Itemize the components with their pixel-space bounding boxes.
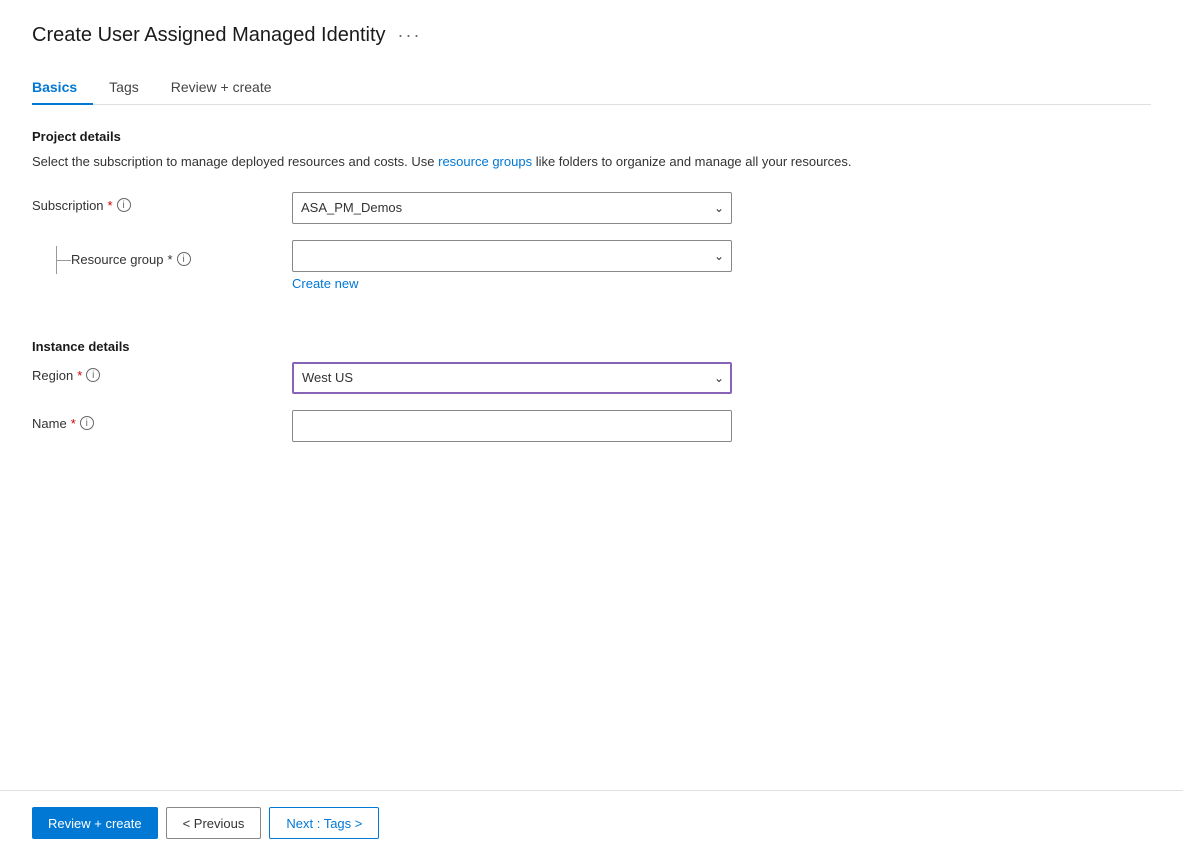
subscription-required: *: [108, 198, 113, 213]
tab-tags[interactable]: Tags: [109, 71, 155, 105]
rg-required: *: [168, 252, 173, 267]
subscription-info-icon[interactable]: i: [117, 198, 131, 212]
subscription-row: Subscription * i ASA_PM_Demos ⌄: [32, 192, 1151, 224]
instance-details-title: Instance details: [32, 339, 1151, 354]
region-row: Region * i West US East US East US 2 Wes…: [32, 362, 1151, 394]
previous-button[interactable]: < Previous: [166, 807, 262, 839]
region-required: *: [77, 368, 82, 383]
resource-groups-link[interactable]: resource groups: [438, 154, 532, 169]
name-required: *: [71, 416, 76, 431]
region-label: Region * i: [32, 362, 292, 383]
rg-info-icon[interactable]: i: [177, 252, 191, 266]
resource-group-control: ⌄ Create new: [292, 240, 732, 291]
rg-select-wrapper: ⌄: [292, 240, 732, 272]
name-control: [292, 410, 732, 442]
subscription-select[interactable]: ASA_PM_Demos: [292, 192, 732, 224]
region-select-wrapper: West US East US East US 2 West Europe No…: [292, 362, 732, 394]
region-select[interactable]: West US East US East US 2 West Europe No…: [292, 362, 732, 394]
review-create-button[interactable]: Review + create: [32, 807, 158, 839]
more-options-icon[interactable]: ···: [398, 25, 422, 46]
bottom-bar: Review + create < Previous Next : Tags >: [0, 790, 1183, 855]
next-tags-button[interactable]: Next : Tags >: [269, 807, 379, 839]
resource-group-select[interactable]: [292, 240, 732, 272]
name-row: Name * i: [32, 410, 1151, 442]
tab-basics[interactable]: Basics: [32, 71, 93, 105]
name-input[interactable]: [292, 410, 732, 442]
page-title: Create User Assigned Managed Identity: [32, 24, 386, 47]
project-details-desc: Select the subscription to manage deploy…: [32, 152, 1151, 172]
project-details-section: Project details Select the subscription …: [32, 129, 1151, 307]
page-header: Create User Assigned Managed Identity ··…: [32, 24, 1151, 47]
subscription-control: ASA_PM_Demos ⌄: [292, 192, 732, 224]
tab-bar: Basics Tags Review + create: [32, 71, 1151, 105]
subscription-select-wrapper: ASA_PM_Demos ⌄: [292, 192, 732, 224]
rg-indent: Resource group * i: [32, 240, 292, 274]
subscription-label: Subscription * i: [32, 192, 292, 213]
region-info-icon[interactable]: i: [86, 368, 100, 382]
project-details-title: Project details: [32, 129, 1151, 144]
resource-group-row: Resource group * i ⌄ Create new: [32, 240, 1151, 291]
tab-review-create[interactable]: Review + create: [171, 71, 288, 105]
name-label: Name * i: [32, 410, 292, 431]
name-info-icon[interactable]: i: [80, 416, 94, 430]
create-new-link[interactable]: Create new: [292, 276, 358, 291]
resource-group-label: Resource group * i: [71, 246, 191, 267]
region-control: West US East US East US 2 West Europe No…: [292, 362, 732, 394]
instance-details-section: Instance details Region * i West US East…: [32, 339, 1151, 458]
